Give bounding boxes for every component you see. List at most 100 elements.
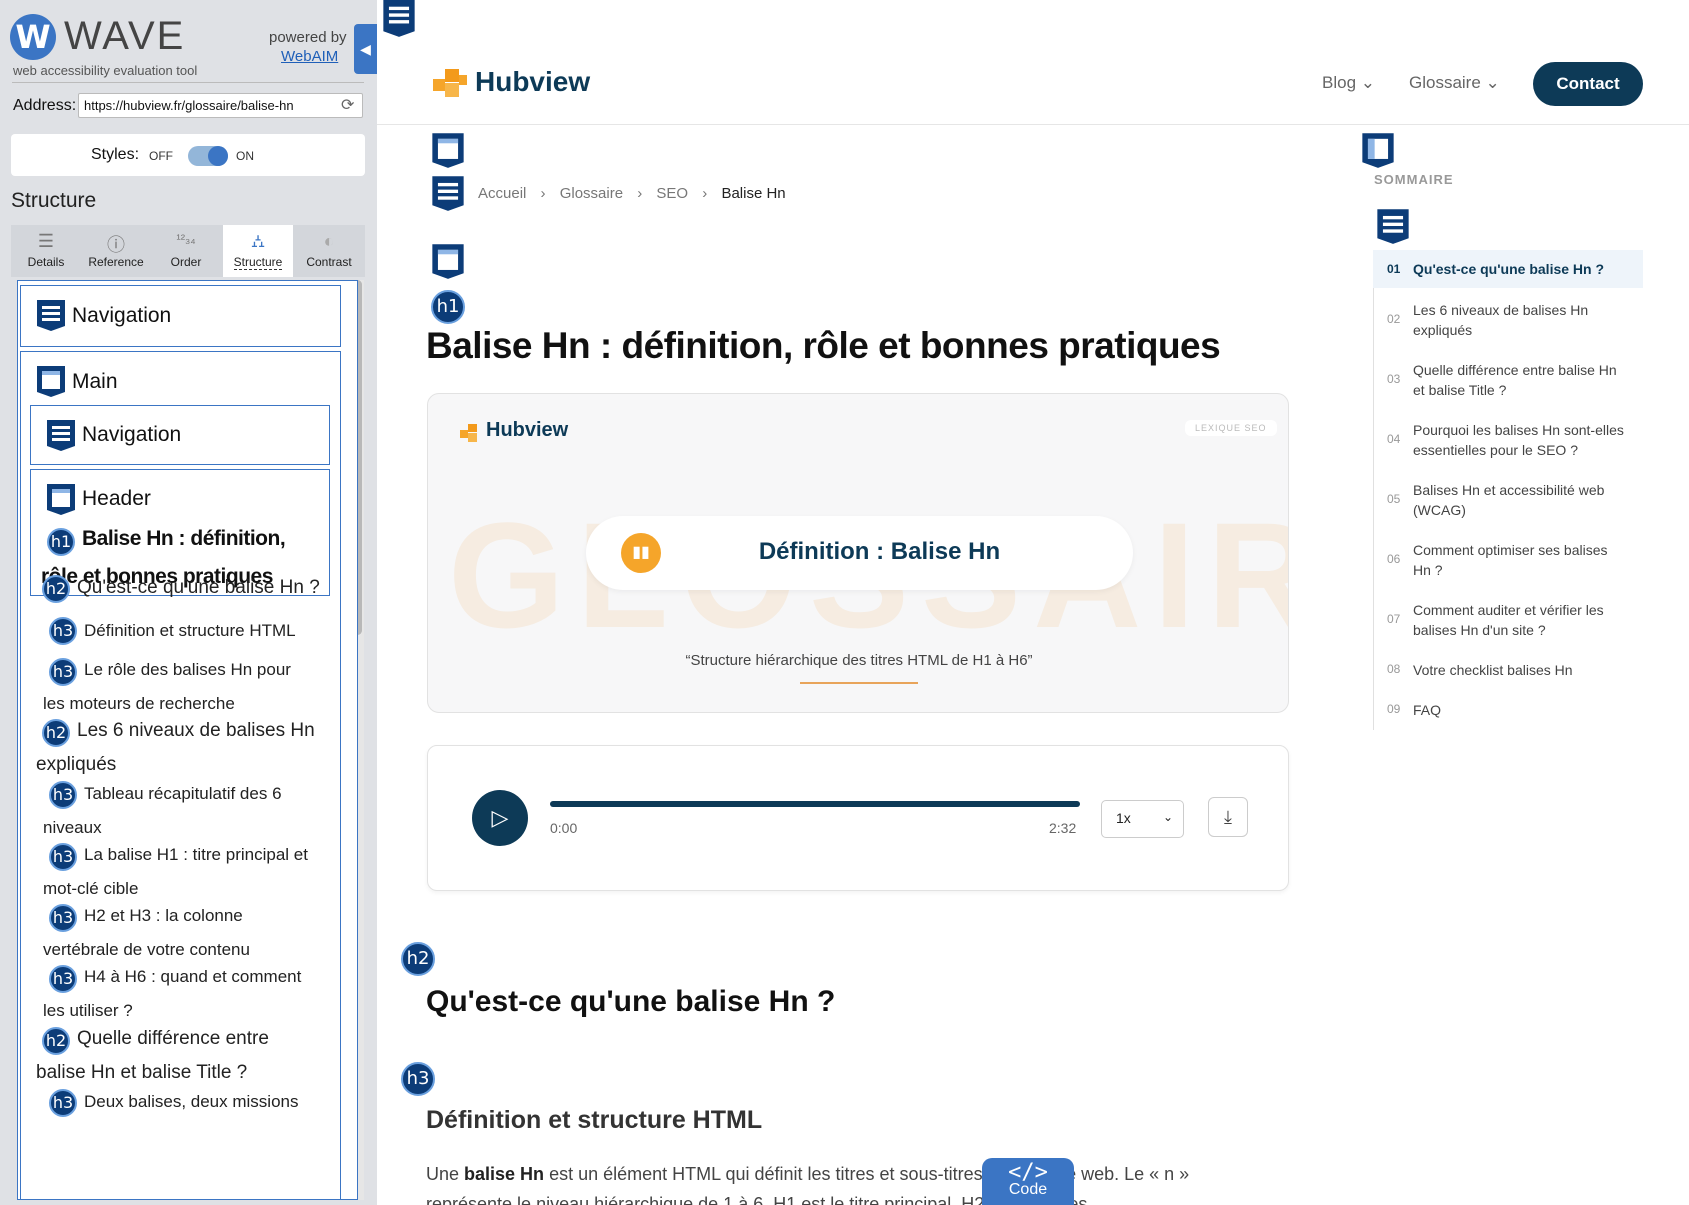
tab-details[interactable]: ☰ Details	[11, 225, 81, 277]
code-label: Code	[1008, 1181, 1048, 1198]
toc-number: 04	[1387, 432, 1401, 446]
toc-item[interactable]: 06 Comment optimiser ses balises Hn ?	[1373, 538, 1643, 582]
card-tag: LEXIQUE SEO	[1185, 420, 1277, 436]
speed-value: 1x	[1116, 810, 1131, 826]
para-bold: balise Hn	[464, 1164, 545, 1184]
powered-by-text: powered by	[269, 29, 347, 46]
wave-tabs: ☰ Details ⓘ Reference ¹²₃₄ Order ⛼ Structure…	[11, 225, 365, 277]
toc-number: 07	[1387, 612, 1401, 626]
definition-title: Définition : Balise Hn	[758, 538, 1001, 565]
breadcrumb-separator-icon: ›	[702, 185, 708, 202]
region-label: Navigation	[82, 423, 182, 446]
breadcrumb-current: Balise Hn	[721, 185, 786, 202]
navigation-region-icon[interactable]	[430, 174, 466, 212]
tree-heading[interactable]: Le rôle des balises Hn pour les moteurs …	[43, 653, 313, 721]
styles-toggle-panel: Styles: OFF ON	[11, 134, 365, 176]
toc-item[interactable]: 02 Les 6 niveaux de balises Hn expliqués	[1373, 298, 1643, 342]
toc-number: 03	[1387, 372, 1401, 386]
breadcrumb: Accueil › Glossaire › SEO › Balise Hn	[478, 185, 796, 202]
address-input[interactable]: https://hubview.fr/glossaire/balise-hn	[78, 93, 363, 118]
tab-reference[interactable]: ⓘ Reference	[81, 225, 151, 277]
tree-heading[interactable]: La balise H1 : titre principal et mot-cl…	[43, 838, 313, 906]
tab-label: Contrast	[306, 255, 352, 269]
nav-blog[interactable]: Blog ⌄	[1322, 73, 1375, 93]
toc-item[interactable]: 01 Qu'est-ce qu'une balise Hn ?	[1373, 250, 1643, 288]
toc-text: FAQ	[1413, 702, 1442, 718]
audio-progress-fill	[550, 801, 1080, 807]
tab-contrast[interactable]: ◐ Contrast	[294, 225, 364, 277]
nav-glossaire[interactable]: Glossaire ⌄	[1409, 73, 1500, 93]
tab-label: Reference	[88, 255, 144, 269]
toc-text: Quelle différence entre balise Hn et bal…	[1413, 362, 1617, 398]
collapse-sidebar-button[interactable]: ◀	[354, 24, 377, 74]
toc-number: 08	[1387, 662, 1401, 676]
tree-heading[interactable]: H4 à H6 : quand et comment les utiliser …	[43, 960, 323, 1028]
refresh-icon[interactable]: ⟳	[341, 95, 354, 115]
h2-badge-icon[interactable]: h2	[401, 942, 435, 976]
toc-text: Comment optimiser ses balises Hn ?	[1413, 542, 1608, 578]
tree-heading[interactable]: Définition et structure HTML	[84, 614, 296, 648]
wave-sidebar: W WAVE web accessibility evaluation tool…	[0, 0, 377, 1205]
h1-badge-icon[interactable]: h1	[431, 290, 465, 324]
contrast-icon: ◐	[323, 231, 335, 251]
styles-off-label: OFF	[149, 149, 173, 163]
structure-tree: Navigation Main Navigation Header h1 Bal…	[17, 280, 358, 1200]
aside-region-icon[interactable]	[1360, 131, 1396, 169]
audio-progress-track[interactable]	[550, 801, 1080, 807]
breadcrumb-link[interactable]: Accueil	[478, 185, 526, 202]
webaim-link[interactable]: WebAIM	[281, 48, 338, 65]
download-icon: ⤓	[1224, 807, 1232, 827]
tab-label: Structure	[233, 255, 283, 270]
header-region-icon[interactable]	[430, 242, 466, 280]
card-quote: “Structure hiérarchique des titres HTML …	[685, 652, 1033, 669]
chevron-down-icon: ⌄	[1360, 73, 1376, 92]
toc-number: 02	[1387, 312, 1401, 326]
order-icon: ¹²₃₄	[176, 231, 196, 246]
definition-pill: ▮▮ Définition : Balise Hn	[586, 516, 1133, 590]
sommaire-title: SOMMAIRE	[1374, 172, 1454, 187]
styles-toggle[interactable]	[188, 146, 228, 166]
code-toggle-button[interactable]: </> Code	[982, 1158, 1074, 1205]
playback-speed-select[interactable]: 1x ⌄	[1101, 800, 1184, 838]
navigation-region-icon[interactable]	[381, 0, 417, 38]
tree-heading[interactable]: Les 6 niveaux de balises Hn expliqués	[36, 714, 316, 782]
toc-item[interactable]: 03 Quelle différence entre balise Hn et b…	[1373, 358, 1643, 402]
nav-glossaire-label: Glossaire	[1409, 73, 1481, 92]
tree-region-navigation[interactable]: Navigation	[20, 285, 341, 347]
tree-heading[interactable]: Qu'est-ce qu'une balise Hn ?	[77, 571, 320, 605]
h3-badge-icon: h3	[49, 1089, 77, 1117]
toc-text: Votre checklist balises Hn	[1413, 662, 1573, 678]
hubview-logo-icon[interactable]	[431, 65, 469, 101]
h2-badge-icon: h2	[42, 575, 70, 603]
para-text: Une	[426, 1164, 465, 1184]
toc-item[interactable]: 04 Pourquoi les balises Hn sont-elles ess…	[1373, 418, 1643, 462]
download-button[interactable]: ⤓	[1208, 797, 1248, 837]
main-region-icon[interactable]	[430, 131, 466, 169]
tree-heading[interactable]: Deux balises, deux missions	[84, 1085, 298, 1119]
section-heading-h2: Qu'est-ce qu'une balise Hn ?	[426, 985, 836, 1018]
tree-heading[interactable]: H2 et H3 : la colonne vertébrale de votr…	[43, 899, 323, 967]
breadcrumb-link[interactable]: SEO	[656, 185, 688, 202]
tree-region-navigation-inner[interactable]: Navigation	[30, 405, 330, 465]
styles-on-label: ON	[236, 149, 254, 163]
play-button[interactable]: ▷	[472, 790, 528, 846]
panel-title: Structure	[11, 189, 97, 212]
toc-item[interactable]: 07 Comment auditer et vérifier les balise…	[1373, 598, 1643, 642]
breadcrumb-link[interactable]: Glossaire	[560, 185, 623, 202]
tree-heading[interactable]: Tableau récapitulatif des 6 niveaux	[43, 777, 283, 845]
navigation-region-icon	[47, 420, 75, 451]
toc-item[interactable]: 09 FAQ	[1373, 698, 1643, 724]
structure-icon: ⛼	[250, 231, 266, 251]
hubview-logo-text[interactable]: Hubview	[475, 66, 590, 98]
toc-item[interactable]: 08 Votre checklist balises Hn	[1373, 658, 1643, 684]
tab-structure[interactable]: ⛼ Structure	[223, 225, 293, 277]
h3-badge-icon[interactable]: h3	[401, 1062, 435, 1096]
navigation-region-icon[interactable]	[1375, 207, 1411, 245]
contact-button[interactable]: Contact	[1533, 62, 1643, 106]
tab-label: Details	[27, 255, 65, 269]
toc-item[interactable]: 05 Balises Hn et accessibilité web (WCAG)	[1373, 478, 1643, 522]
tab-order[interactable]: ¹²₃₄ Order	[151, 225, 221, 277]
toc-number: 09	[1387, 702, 1401, 716]
audio-duration: 2:32	[1049, 820, 1077, 836]
tree-heading[interactable]: Quelle différence entre balise Hn et bal…	[36, 1022, 321, 1090]
